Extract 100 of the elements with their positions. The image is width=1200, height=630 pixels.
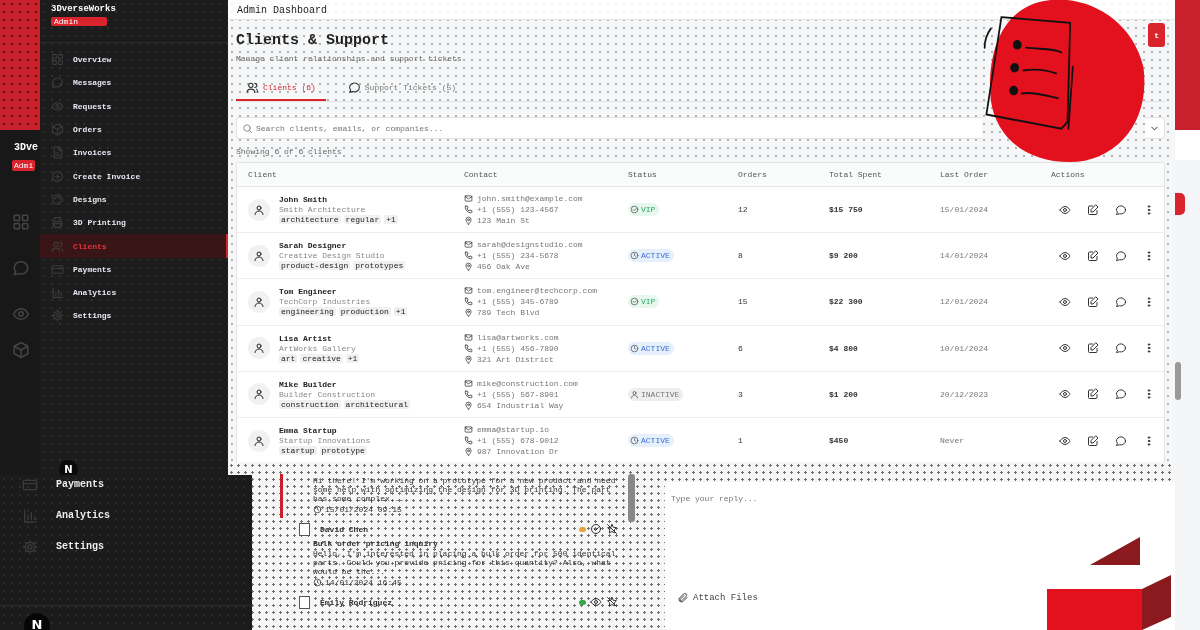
tag: engineering <box>279 307 336 317</box>
table-cell-text: 15 <box>738 297 749 307</box>
address-text: 789 Tech Blvd <box>477 308 540 318</box>
page-subtitle: Manage client relationships and support tickets <box>236 54 462 63</box>
clock-icon <box>313 505 322 514</box>
tag: product-design <box>279 261 351 271</box>
phone-text: +1 (555) 456-7890 <box>477 343 559 353</box>
ticket-item[interactable]: Emily Rodriguez <box>280 594 622 614</box>
column-header: Client <box>248 170 277 179</box>
sidebar-item[interactable]: Create Invoice <box>40 164 228 188</box>
status-badge: INACTIVE <box>628 387 684 401</box>
eye-icon <box>12 305 30 323</box>
sidebar-item[interactable]: Analytics <box>0 500 252 531</box>
tag: architecture <box>279 215 341 225</box>
tab[interactable]: Support Tickets (5) <box>337 76 467 101</box>
customer-name: David Chen <box>320 524 368 534</box>
tag: production <box>338 307 391 317</box>
location-pin-icon <box>464 216 473 226</box>
role-badge: Admi <box>12 160 36 171</box>
sidebar-item[interactable]: Designs <box>40 187 228 212</box>
tag: startup <box>279 446 317 456</box>
check-circle-icon <box>630 205 639 215</box>
status-badge: ACTIVE <box>628 434 674 448</box>
client-name: Tom Engineer <box>279 287 338 297</box>
sidebar-item[interactable]: Payments <box>40 257 228 281</box>
chat-bubble-icon <box>1114 295 1127 308</box>
users-icon <box>246 81 259 94</box>
sidebar-item[interactable]: Invoices <box>40 141 228 165</box>
phone-icon <box>464 343 473 353</box>
ticket-item[interactable]: David Chen Bulk order pricing inquiry Hello, I'm interested in placing a bulk order for 500 identical parts. Could you provide pricing for this quantity? Also, what would be the... 14/01/2024 16:45 <box>280 521 622 591</box>
ticket-checkbox[interactable] <box>299 522 310 536</box>
tab[interactable]: Clients (6) <box>236 76 326 101</box>
chat-bubble-icon <box>1114 249 1127 262</box>
table-cell-text: 15/01/2024 <box>940 205 989 215</box>
location-pin-icon <box>464 354 473 364</box>
phone-text: +1 (555) 234-5678 <box>477 251 559 261</box>
users-icon <box>51 239 64 253</box>
location-pin-icon <box>464 262 473 272</box>
document-icon <box>51 146 64 160</box>
edit-icon <box>1086 249 1099 262</box>
reply-field[interactable]: Type your reply... Attach Files <box>665 482 1175 630</box>
sidebar-item[interactable]: Analytics <box>40 280 228 305</box>
dev-indicator[interactable]: N <box>24 613 50 630</box>
user-icon <box>253 203 265 216</box>
client-name: Mike Builder <box>279 379 338 389</box>
reply-input[interactable]: Type your reply... <box>669 492 1153 586</box>
tag: construction <box>279 399 341 409</box>
tag: creative <box>300 353 343 363</box>
table-cell-text: $22 300 <box>829 297 864 307</box>
search-field[interactable]: Search clients, emails, or companies... <box>236 117 982 139</box>
edit-icon <box>1086 434 1099 447</box>
column-header: Actions <box>1051 170 1085 179</box>
paperclip-icon <box>677 592 689 604</box>
attach-files-button[interactable]: Attach Files <box>671 591 764 605</box>
client-name: Sarah Designer <box>279 241 348 251</box>
chat-bubble-icon <box>1114 388 1127 401</box>
ticket-item[interactable]: Hi there! I'm working on a prototype for a new product and need some help with optimizing the design for 3D printing. The part has some complex... 15/01/2024 09:15 <box>280 474 622 518</box>
sidebar-item[interactable]: Clients <box>40 234 228 258</box>
tag: regular <box>343 215 382 225</box>
check-circle-icon <box>590 523 602 535</box>
tag: +1 <box>393 307 408 317</box>
email-text: mike@construction.com <box>477 378 578 388</box>
sidebar-item[interactable]: Overview <box>40 48 228 72</box>
scrollbar[interactable] <box>628 474 635 522</box>
table-cell-text: 20/12/2023 <box>940 389 989 399</box>
client-name: John Smith <box>279 195 328 205</box>
eye-icon <box>1058 342 1071 355</box>
sidebar-item[interactable]: Messages <box>40 71 228 95</box>
column-header: Total Spent <box>829 170 882 179</box>
table-cell-text: 12/01/2024 <box>940 297 989 307</box>
sidebar-item[interactable]: Settings <box>0 531 252 562</box>
ticket-time: 14/01/2024 16:45 <box>325 578 402 587</box>
sidebar-item[interactable]: Settings <box>40 304 228 328</box>
table-cell-text: $9 200 <box>829 251 859 261</box>
sidebar-item[interactable]: Requests <box>40 94 228 118</box>
search-input[interactable]: Search clients, emails, or companies... <box>256 123 656 133</box>
scrollbar[interactable] <box>1175 362 1181 400</box>
bar-chart-icon <box>22 507 38 524</box>
clock-icon <box>630 343 639 353</box>
table-cell-text: $450 <box>829 436 850 446</box>
add-button[interactable]: t <box>1148 23 1165 47</box>
location-pin-icon <box>464 308 473 318</box>
email-text: tom.engineer@techcorp.com <box>477 286 598 296</box>
address-text: 654 Industrial Way <box>477 400 564 410</box>
phone-icon <box>464 389 473 399</box>
mail-icon <box>464 425 473 435</box>
result-count: Showing 6 of 6 clients <box>236 147 343 156</box>
email-text: sarah@designstudio.com <box>477 240 583 250</box>
company-name: Startup Innovations <box>279 436 371 446</box>
eye-icon <box>51 99 64 113</box>
sidebar-item[interactable]: 3D Printing <box>40 211 228 235</box>
address-text: 123 Main St <box>477 216 530 226</box>
palette-icon <box>51 192 64 206</box>
table-cell-text: 3 <box>738 389 744 399</box>
ticket-checkbox[interactable] <box>299 595 310 609</box>
chat-bubble-icon <box>347 81 361 94</box>
user-icon <box>253 434 265 447</box>
edit-icon <box>1086 295 1099 308</box>
sidebar-item[interactable]: Orders <box>40 117 228 142</box>
edit-icon <box>1086 203 1099 216</box>
